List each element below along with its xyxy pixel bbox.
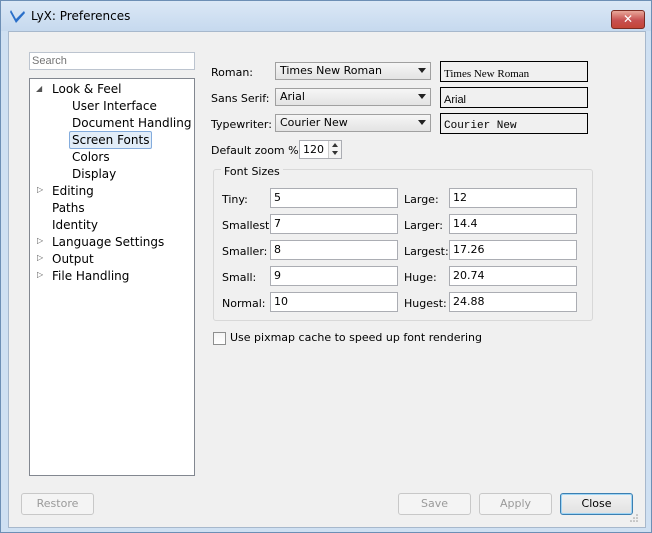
apply-button[interactable]: Apply bbox=[479, 493, 552, 515]
tree-item-editing[interactable]: Editing bbox=[52, 183, 94, 199]
search-input[interactable] bbox=[29, 52, 195, 70]
tree-item-file-handling[interactable]: File Handling bbox=[52, 268, 129, 284]
sans-serif-label: Sans Serif: bbox=[211, 92, 270, 105]
default-zoom-value: 120 bbox=[303, 143, 324, 156]
tiny-label: Tiny: bbox=[222, 193, 248, 206]
sans-serif-font-preview: Arial bbox=[440, 87, 588, 108]
lyx-logo-icon bbox=[10, 10, 25, 23]
typewriter-font-combo[interactable]: Courier New bbox=[275, 114, 431, 132]
huge-size-input[interactable]: 20.74 bbox=[449, 266, 577, 286]
small-size-input[interactable]: 9 bbox=[270, 266, 398, 286]
collapsed-arrow-icon[interactable]: ▷ bbox=[37, 270, 43, 279]
tree-item-screen-fonts[interactable]: Screen Fonts bbox=[69, 131, 153, 149]
spin-down-icon[interactable] bbox=[332, 151, 338, 155]
tree-item-user-interface[interactable]: User Interface bbox=[72, 98, 157, 114]
tiny-size-input[interactable]: 5 bbox=[270, 188, 398, 208]
roman-font-combo[interactable]: Times New Roman bbox=[275, 62, 431, 80]
tree-item-document-handling[interactable]: Document Handling bbox=[72, 115, 191, 131]
smaller-size-input[interactable]: 8 bbox=[270, 240, 398, 260]
restore-button[interactable]: Restore bbox=[21, 493, 94, 515]
larger-size-input[interactable]: 14.4 bbox=[449, 214, 577, 234]
dialog-body: ◢ Look & Feel User Interface Document Ha… bbox=[8, 31, 646, 528]
resize-grip-icon[interactable] bbox=[629, 513, 639, 523]
large-label: Large: bbox=[404, 193, 439, 206]
tree-item-look-and-feel[interactable]: Look & Feel bbox=[52, 81, 121, 97]
chevron-down-icon bbox=[418, 94, 426, 99]
hugest-size-input[interactable]: 24.88 bbox=[449, 292, 577, 312]
largest-size-input[interactable]: 17.26 bbox=[449, 240, 577, 260]
normal-size-input[interactable]: 10 bbox=[270, 292, 398, 312]
roman-font-value: Times New Roman bbox=[280, 64, 382, 77]
normal-label: Normal: bbox=[222, 297, 266, 310]
spin-up-icon[interactable] bbox=[332, 143, 338, 147]
tree-item-colors[interactable]: Colors bbox=[72, 149, 110, 165]
sans-serif-font-combo[interactable]: Arial bbox=[275, 88, 431, 106]
large-size-input[interactable]: 12 bbox=[449, 188, 577, 208]
chevron-down-icon bbox=[418, 68, 426, 73]
typewriter-font-value: Courier New bbox=[280, 116, 348, 129]
smallest-size-input[interactable]: 7 bbox=[270, 214, 398, 234]
title-bar: LyX: Preferences ✕ bbox=[1, 1, 651, 31]
pixmap-cache-label[interactable]: Use pixmap cache to speed up font render… bbox=[230, 331, 482, 344]
default-zoom-label: Default zoom %: bbox=[211, 144, 303, 157]
pixmap-cache-checkbox[interactable] bbox=[213, 332, 226, 345]
save-button[interactable]: Save bbox=[398, 493, 471, 515]
larger-label: Larger: bbox=[404, 219, 443, 232]
hugest-label: Hugest: bbox=[404, 297, 447, 310]
roman-font-preview: Times New Roman bbox=[440, 61, 588, 82]
smaller-label: Smaller: bbox=[222, 245, 268, 258]
spin-buttons[interactable] bbox=[328, 141, 341, 158]
expanded-arrow-icon[interactable]: ◢ bbox=[36, 84, 42, 93]
small-label: Small: bbox=[222, 271, 257, 284]
close-button[interactable]: Close bbox=[560, 493, 633, 515]
huge-label: Huge: bbox=[404, 271, 437, 284]
preferences-window: LyX: Preferences ✕ ◢ Look & Feel User In… bbox=[0, 0, 652, 533]
roman-label: Roman: bbox=[211, 66, 254, 79]
tree-item-paths[interactable]: Paths bbox=[52, 200, 85, 216]
chevron-down-icon bbox=[418, 120, 426, 125]
typewriter-label: Typewriter: bbox=[211, 118, 272, 131]
window-title: LyX: Preferences bbox=[31, 9, 131, 23]
collapsed-arrow-icon[interactable]: ▷ bbox=[37, 236, 43, 245]
font-sizes-title: Font Sizes bbox=[221, 165, 283, 178]
tree-item-identity[interactable]: Identity bbox=[52, 217, 98, 233]
tree-item-output[interactable]: Output bbox=[52, 251, 94, 267]
default-zoom-spinbox[interactable]: 120 bbox=[299, 140, 342, 159]
window-close-button[interactable]: ✕ bbox=[611, 10, 645, 29]
largest-label: Largest: bbox=[404, 245, 449, 258]
sans-serif-font-value: Arial bbox=[280, 90, 305, 103]
typewriter-font-preview: Courier New bbox=[440, 113, 588, 134]
tree-item-display[interactable]: Display bbox=[72, 166, 116, 182]
category-tree[interactable]: ◢ Look & Feel User Interface Document Ha… bbox=[29, 78, 195, 476]
tree-item-language-settings[interactable]: Language Settings bbox=[52, 234, 164, 250]
smallest-label: Smallest: bbox=[222, 219, 274, 232]
collapsed-arrow-icon[interactable]: ▷ bbox=[37, 253, 43, 262]
collapsed-arrow-icon[interactable]: ▷ bbox=[37, 185, 43, 194]
